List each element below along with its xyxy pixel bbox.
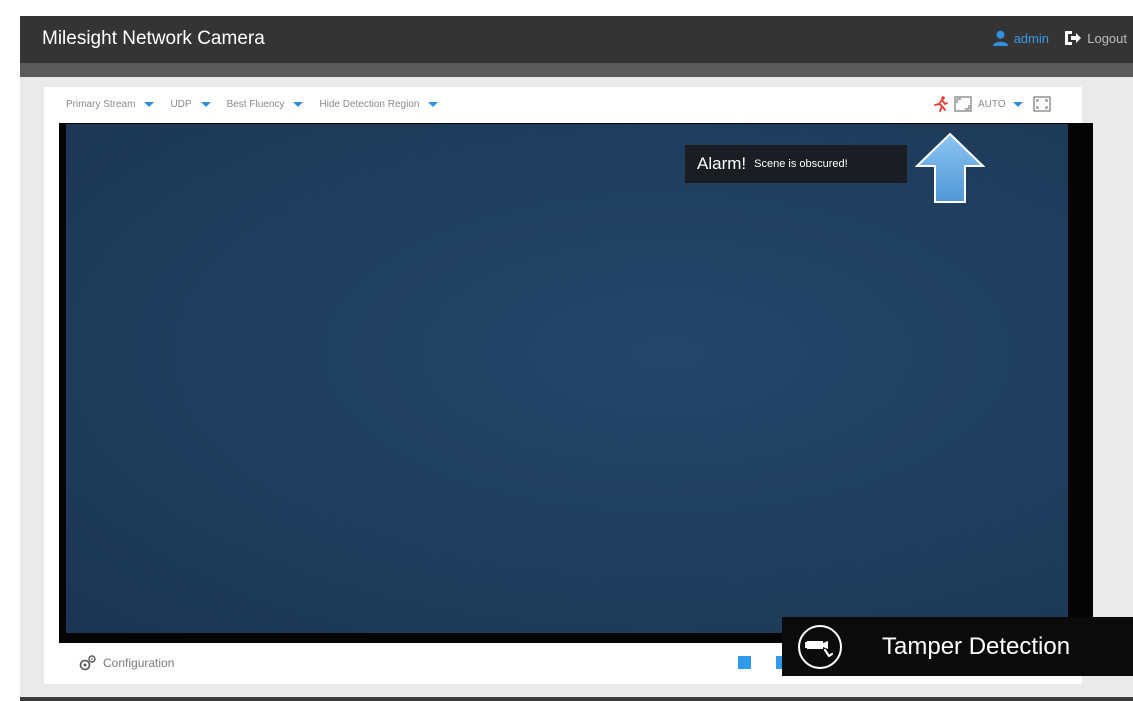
fluency-select-label: Best Fluency (226, 98, 285, 110)
user-icon (992, 30, 1008, 47)
configuration-label[interactable]: Configuration (103, 656, 174, 670)
running-man-alarm-icon[interactable] (934, 96, 948, 112)
camera-web-app: Milesight Network Camera admin Logout Pr… (0, 0, 1133, 701)
chevron-down-icon (200, 101, 211, 107)
stream-select[interactable]: Primary Stream (66, 98, 155, 110)
video-edge (1068, 124, 1093, 643)
fullscreen-icon[interactable] (1033, 96, 1051, 112)
tamper-detection-badge: Tamper Detection (782, 617, 1133, 676)
record-toggle[interactable] (738, 656, 751, 669)
header-subbar (20, 63, 1133, 77)
detection-region-select[interactable]: Hide Detection Region (319, 98, 439, 110)
logout-label[interactable]: Logout (1087, 31, 1127, 46)
detection-region-label: Hide Detection Region (319, 98, 420, 110)
logout-icon (1065, 31, 1082, 45)
scale-mode-select[interactable]: AUTO (978, 99, 1023, 110)
username[interactable]: admin (1014, 31, 1049, 46)
alarm-title: Alarm! (697, 154, 747, 173)
aspect-ratio-icon[interactable] (954, 96, 972, 112)
stream-toolbar: Primary Stream UDP Best Fluency Hide Det… (66, 96, 454, 112)
chevron-down-icon (428, 101, 439, 107)
chevron-down-icon (293, 101, 304, 107)
stream-select-label: Primary Stream (66, 98, 136, 110)
user-menu[interactable]: admin (992, 30, 1049, 47)
chevron-down-icon (144, 101, 155, 107)
logout-button[interactable]: Logout (1064, 30, 1127, 46)
protocol-select-label: UDP (170, 98, 192, 110)
alarm-toast: Alarm! Scene is obscured! (685, 145, 907, 183)
alarm-message: Scene is obscured! (754, 158, 848, 170)
tamper-detection-label: Tamper Detection (882, 632, 1071, 660)
configuration-link[interactable]: Configuration (78, 654, 174, 672)
camera-tamper-icon (798, 624, 842, 669)
fluency-select[interactable]: Best Fluency (227, 99, 304, 110)
app-title: Milesight Network Camera (42, 28, 265, 49)
chevron-down-icon (1012, 101, 1023, 107)
protocol-select[interactable]: UDP (170, 98, 211, 110)
gears-icon (79, 655, 96, 671)
bottom-border (20, 697, 1133, 701)
view-tools: AUTO (934, 94, 1051, 114)
scale-mode-label: AUTO (978, 98, 1006, 110)
arrow-up-icon (915, 132, 985, 203)
top-header: Milesight Network Camera admin Logout (20, 16, 1133, 63)
